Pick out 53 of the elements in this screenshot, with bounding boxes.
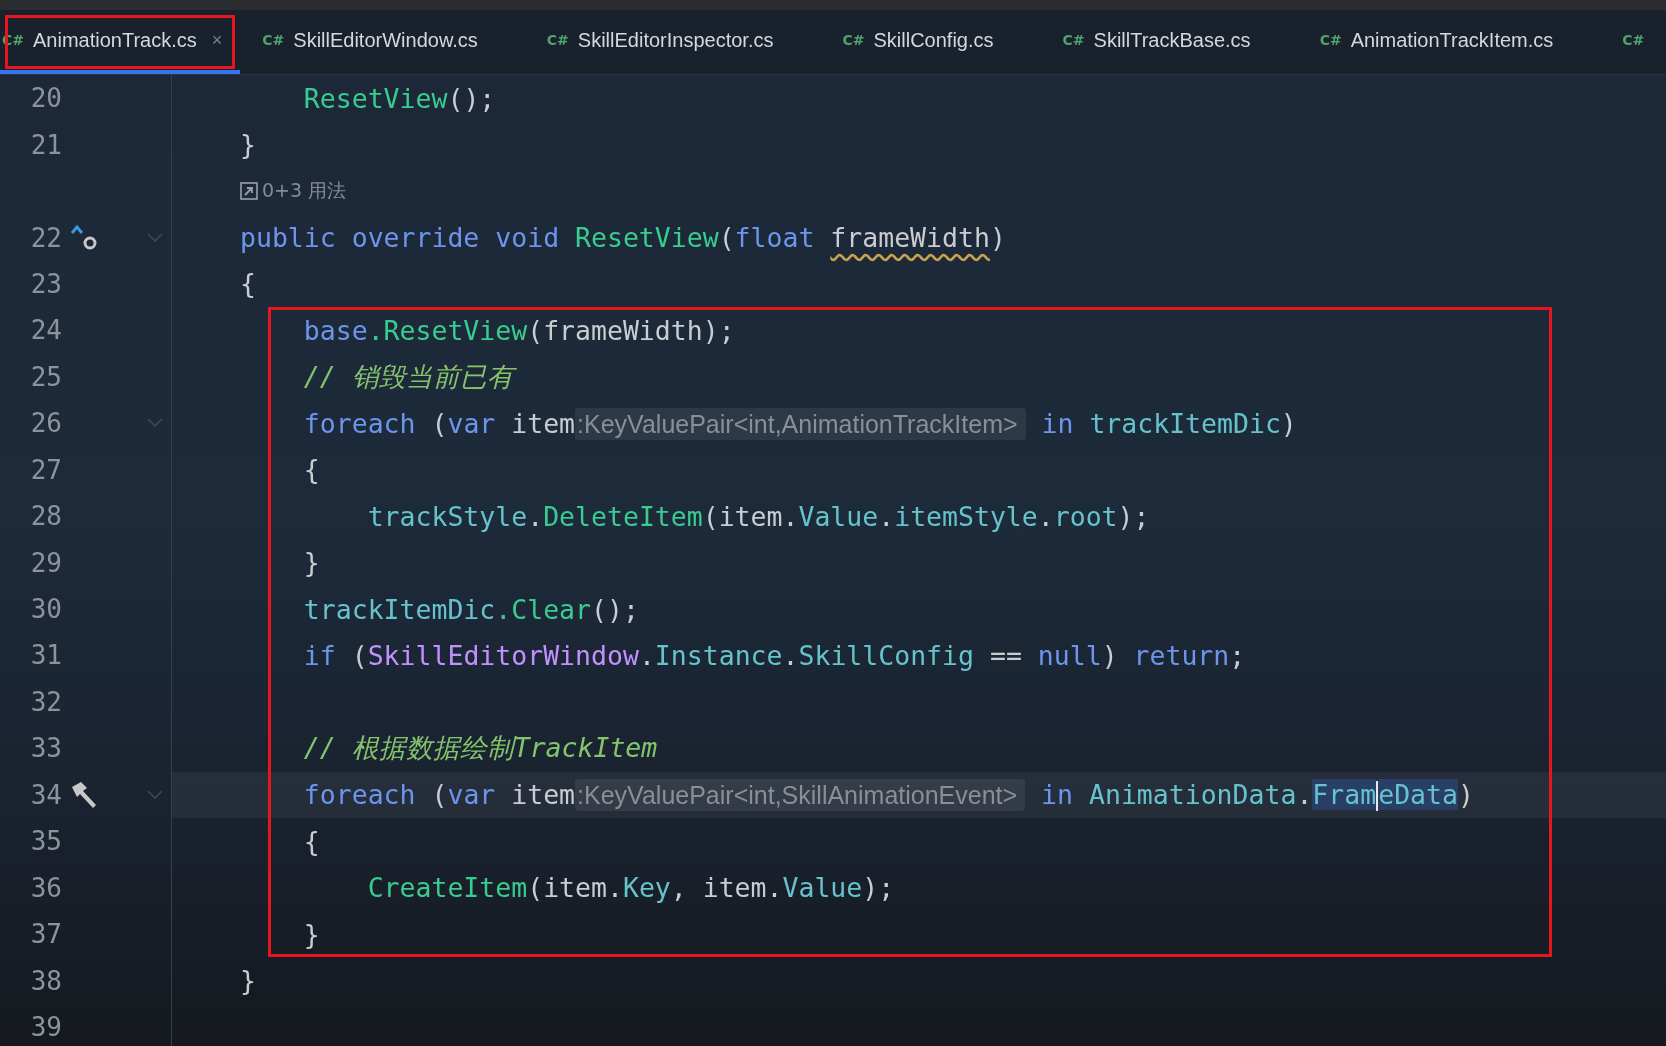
line-number: 29 [30,547,62,578]
line-number: 26 [30,408,62,439]
code-line: base.ResetView(frameWidth); [302,314,735,346]
code-line: } [240,129,256,161]
line-number: 22 [30,222,62,253]
csharp-file-icon: C# [842,32,865,48]
line-number: 23 [30,268,62,299]
line-number: 20 [30,83,62,114]
line-number: 33 [30,733,62,764]
code-line: } [302,918,320,950]
line-number: 38 [30,965,62,996]
line-number: 28 [30,501,62,532]
line-number: 30 [30,594,62,625]
line-number: 24 [30,315,62,346]
code-line: { [240,268,256,300]
file-tab[interactable]: C# SkillConfig.cs [820,10,1041,74]
code-line: trackItemDic.Clear(); [302,593,639,625]
code-line: ResetView(); [302,82,496,114]
line-number: 27 [30,454,62,485]
hammer-icon[interactable] [69,779,99,810]
line-number: 25 [30,361,62,392]
line-number: 39 [30,1011,62,1042]
line-number: 37 [30,919,62,950]
code-line: } [240,965,256,997]
csharp-file-icon: C# [1319,32,1342,48]
code-line: foreach (var item:KeyValuePair<int,SkillAnimationEvent> in AnimationData.FrameData) [302,778,1474,812]
link-icon[interactable] [240,182,258,201]
csharp-file-icon: C# [1622,32,1645,48]
file-tab[interactable]: C# [1600,10,1666,74]
code-line: } [302,547,320,579]
csharp-file-icon: C# [1062,32,1085,48]
code-line: if (SkillEditorWindow.Instance.SkillConfig == null) return; [302,639,1246,671]
file-tab[interactable]: C# SkillTrackBase.cs [1040,10,1298,74]
line-number: 32 [30,686,62,717]
code-line: public override void ResetView(float frameWidth) [240,222,1006,254]
line-number: 34 [30,779,62,810]
file-tab[interactable]: C# SkillEditorWindow.cs [240,10,525,74]
file-tab[interactable]: C# SkillEditorInspector.cs [524,10,821,74]
usages-hint[interactable]: 0+3 用法 [262,178,347,205]
code-line: foreach (var item:KeyValuePair<int,AnimationTrackItem> in trackItemDic) [302,407,1297,439]
csharp-file-icon: C# [262,32,285,48]
line-number: 36 [30,872,62,903]
code-line: { [302,454,320,486]
close-icon[interactable]: × [211,29,223,51]
file-tab[interactable]: C# AnimationTrackItem.cs [1297,10,1601,74]
code-line: // 根据数据绘制TrackItem [302,731,658,766]
code-line: { [302,825,320,857]
csharp-file-icon: C# [546,32,569,48]
code-line: CreateItem(item.Key, item.Value); [366,872,895,904]
line-number: 21 [30,129,62,160]
line-number: 31 [30,640,62,671]
code-line: trackStyle.DeleteItem(item.Value.itemStyle.root); [366,500,1150,532]
line-number: 35 [30,826,62,857]
